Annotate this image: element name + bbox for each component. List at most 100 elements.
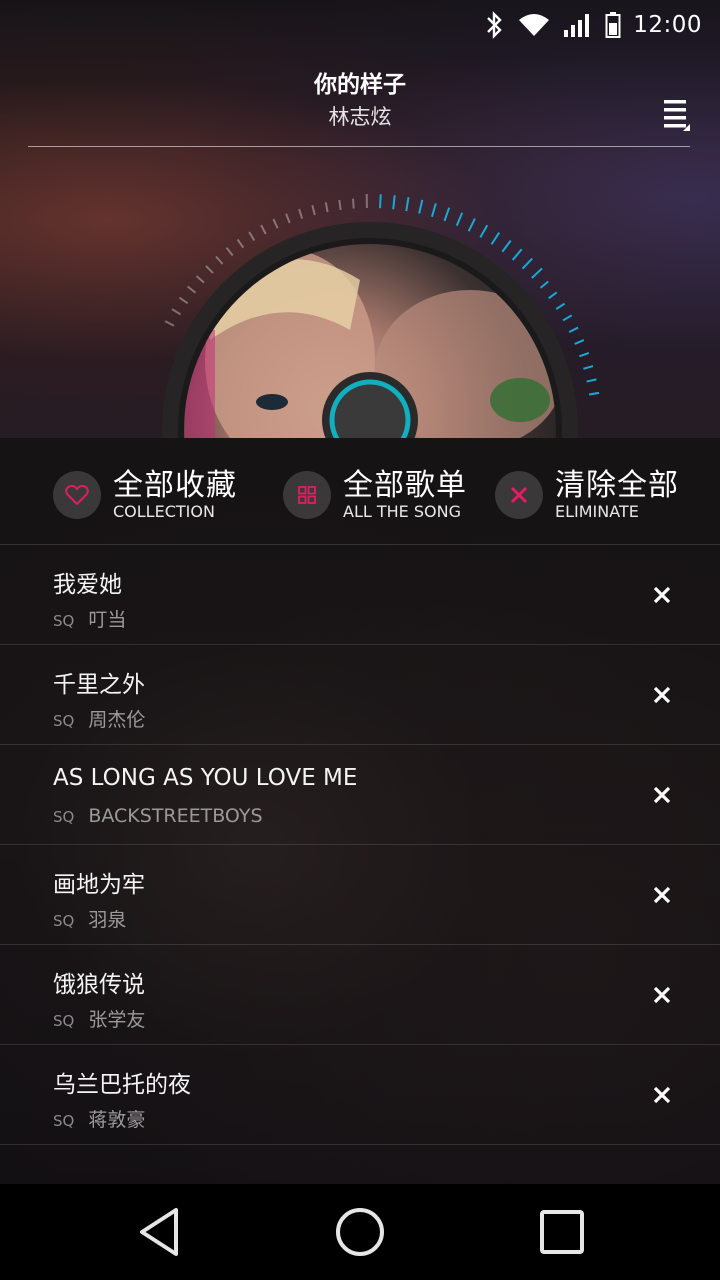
- remove-song-icon[interactable]: [650, 783, 674, 807]
- battery-icon: [605, 12, 621, 38]
- remove-song-icon[interactable]: [650, 1083, 674, 1107]
- quality-badge: SQ: [53, 808, 75, 826]
- collection-sublabel: COLLECTION: [113, 502, 215, 521]
- now-playing-artist: 林志炫: [328, 105, 392, 129]
- all-songs-sublabel: ALL THE SONG: [343, 502, 461, 521]
- song-title: 乌兰巴托的夜: [53, 1072, 191, 1098]
- progress-tick: [574, 339, 585, 345]
- eliminate-label: 清除全部: [555, 468, 679, 503]
- home-button[interactable]: [330, 1206, 390, 1258]
- back-icon: [140, 1208, 178, 1256]
- progress-tick: [205, 265, 214, 274]
- all-songs-label: 全部歌单: [343, 468, 467, 503]
- progress-tick: [338, 199, 342, 211]
- close-icon: [510, 486, 528, 504]
- progress-tick: [178, 296, 189, 305]
- remove-song-icon[interactable]: [650, 683, 674, 707]
- progress-tick: [298, 208, 304, 219]
- list-item[interactable]: 乌兰巴托的夜 SQ 蒋敦豪: [0, 1045, 720, 1145]
- progress-tick: [539, 280, 549, 289]
- progress-tick: [418, 199, 424, 214]
- song-title: 千里之外: [53, 672, 145, 698]
- remove-song-icon[interactable]: [650, 883, 674, 907]
- bluetooth-icon: [487, 11, 502, 39]
- wifi-icon: [519, 14, 550, 36]
- status-bar: 12:00: [0, 0, 720, 50]
- all-songs-action[interactable]: 全部歌单 ALL THE SONG: [283, 460, 467, 530]
- progress-tick: [521, 257, 533, 270]
- playlist-actions: 全部收藏 COLLECTION 全部歌单 ALL THE SONG 清除全部 E…: [0, 460, 720, 544]
- clock: 12:00: [633, 12, 702, 38]
- progress-tick: [215, 255, 224, 265]
- remove-song-icon[interactable]: [650, 583, 674, 607]
- play-knob[interactable]: [329, 379, 411, 438]
- song-artist: BACKSTREETBOYS: [88, 805, 263, 827]
- quality-badge: SQ: [53, 712, 75, 730]
- album-disc-area: [0, 0, 720, 438]
- song-title: 画地为牢: [53, 872, 145, 898]
- now-playing-header: 你的样子 林志炫: [0, 70, 720, 134]
- system-nav-bar: [0, 1184, 720, 1280]
- progress-tick: [501, 239, 512, 253]
- eliminate-button[interactable]: [495, 471, 543, 519]
- recents-icon: [540, 1210, 584, 1254]
- progress-tick: [479, 224, 489, 238]
- progress-tick: [272, 218, 279, 229]
- song-artist: 张学友: [88, 1009, 146, 1031]
- quality-badge: SQ: [53, 1112, 75, 1130]
- list-item[interactable]: 千里之外 SQ 周杰伦: [0, 645, 720, 745]
- song-artist: 叮当: [88, 609, 127, 631]
- album-disc: [162, 194, 600, 438]
- progress-tick: [311, 205, 316, 216]
- now-playing-title: 你的样子: [314, 72, 406, 98]
- progress-tick: [467, 218, 476, 232]
- quality-badge: SQ: [53, 612, 75, 630]
- progress-tick: [531, 267, 543, 279]
- song-artist: 羽泉: [88, 909, 127, 931]
- quality-badge: SQ: [53, 1012, 75, 1030]
- progress-tick: [583, 365, 594, 370]
- playlist-icon[interactable]: [664, 98, 690, 132]
- progress-tick: [455, 212, 464, 227]
- progress-tick: [248, 231, 256, 242]
- all-songs-button[interactable]: [283, 471, 331, 519]
- eliminate-action[interactable]: 清除全部 ELIMINATE: [495, 460, 679, 530]
- quality-badge: SQ: [53, 912, 75, 930]
- header-divider: [28, 146, 690, 147]
- progress-tick: [562, 314, 573, 322]
- recents-button[interactable]: [532, 1206, 592, 1258]
- progress-tick: [490, 231, 501, 245]
- progress-tick: [164, 320, 175, 327]
- list-item[interactable]: 饿狼传说 SQ 张学友: [0, 945, 720, 1045]
- song-title: 饿狼传说: [53, 972, 145, 998]
- progress-tick: [443, 207, 451, 222]
- list-item[interactable]: AS LONG AS YOU LOVE ME SQ BACKSTREETBOYS: [0, 745, 720, 845]
- song-title: 我爱她: [53, 572, 122, 598]
- progress-tick: [405, 197, 410, 212]
- progress-tick: [511, 248, 523, 261]
- progress-tick: [392, 195, 396, 210]
- song-artist: 蒋敦豪: [88, 1109, 146, 1131]
- progress-tick: [285, 213, 291, 224]
- progress-tick: [187, 285, 197, 294]
- progress-tick: [225, 247, 234, 257]
- list-item[interactable]: 画地为牢 SQ 羽泉: [0, 845, 720, 945]
- progress-tick: [236, 238, 245, 249]
- eliminate-sublabel: ELIMINATE: [555, 502, 639, 521]
- progress-tick: [324, 202, 329, 213]
- list-item[interactable]: 我爱她 SQ 叮当: [0, 545, 720, 645]
- progress-tick: [352, 198, 355, 209]
- home-icon: [336, 1208, 384, 1256]
- progress-tick: [260, 224, 267, 235]
- progress-tick: [430, 203, 437, 218]
- collection-label: 全部收藏: [113, 468, 237, 503]
- remove-song-icon[interactable]: [650, 983, 674, 1007]
- heart-icon: [65, 484, 89, 506]
- collection-action[interactable]: 全部收藏 COLLECTION: [53, 460, 237, 530]
- progress-tick: [548, 291, 558, 300]
- progress-tick: [588, 391, 600, 396]
- back-button[interactable]: [130, 1206, 190, 1258]
- collection-button[interactable]: [53, 471, 101, 519]
- progress-tick: [568, 326, 579, 333]
- progress-tick: [555, 302, 566, 310]
